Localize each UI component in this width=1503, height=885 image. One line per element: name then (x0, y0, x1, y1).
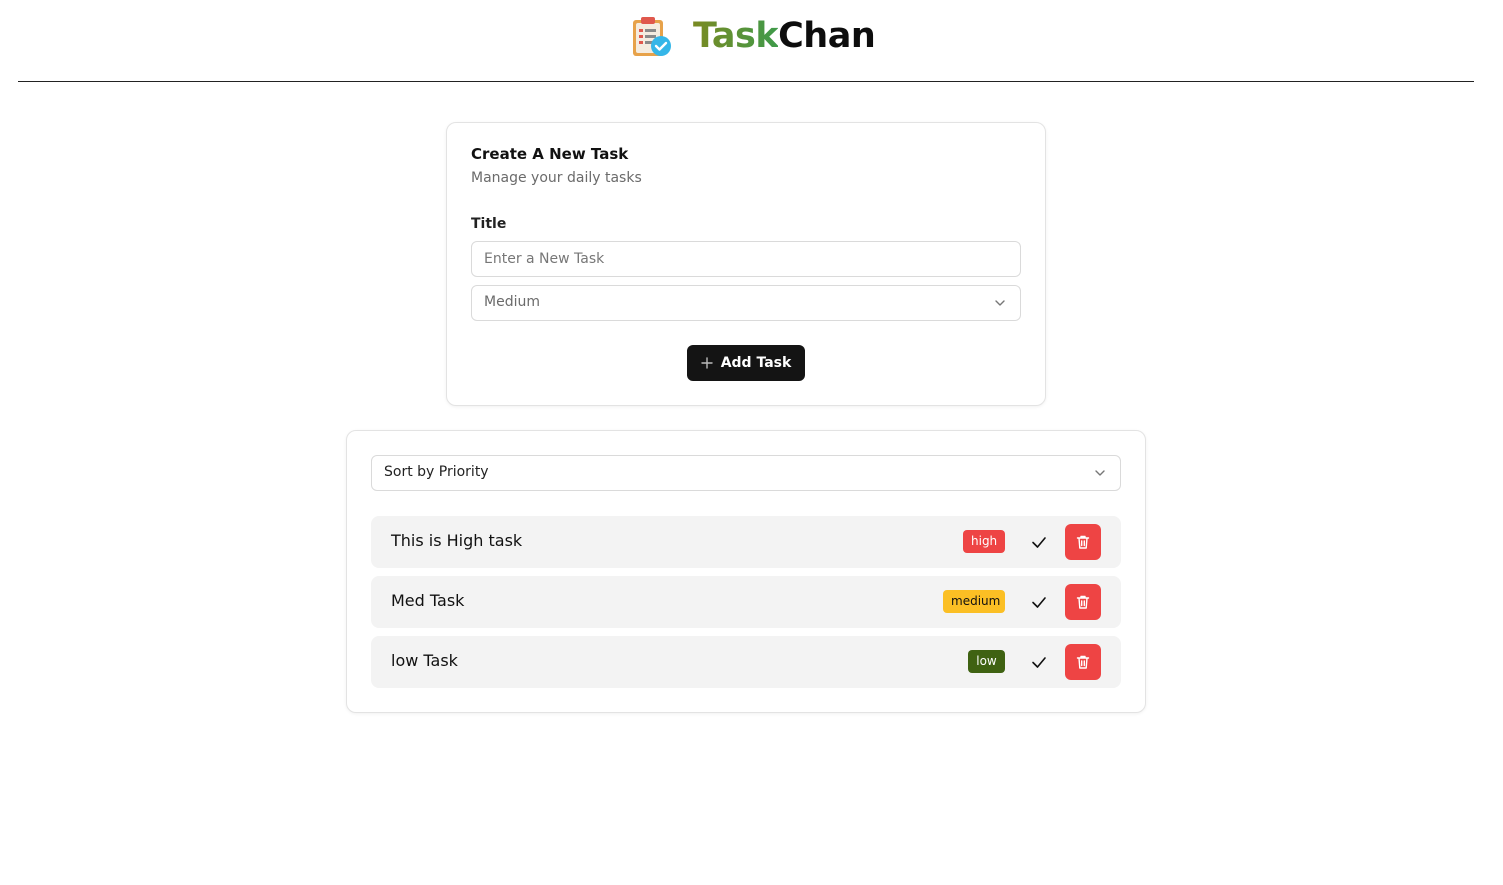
trash-icon (1076, 535, 1090, 549)
create-task-card: Create A New Task Manage your daily task… (446, 122, 1046, 406)
task-list-card: Sort by Priority This is High task high … (346, 430, 1146, 713)
card-title: Create A New Task (471, 145, 629, 163)
delete-task-button[interactable] (1065, 644, 1101, 680)
chevron-down-icon (995, 300, 1005, 306)
task-row: This is High task high (371, 516, 1121, 568)
task-title-input[interactable] (472, 242, 1020, 276)
add-task-button[interactable]: Add Task (687, 345, 805, 381)
brand-part-task: Task (693, 16, 779, 56)
brand-part-chan: Chan (778, 16, 876, 56)
delete-task-button[interactable] (1065, 584, 1101, 620)
trash-icon (1076, 595, 1090, 609)
sort-select-value: Sort by Priority (384, 464, 489, 480)
task-row: Med Task medium (371, 576, 1121, 628)
task-title-field (471, 241, 1021, 277)
priority-badge: low (968, 650, 1005, 673)
app-header: TaskChan (0, 0, 1503, 82)
trash-icon (1076, 655, 1090, 669)
app-title: TaskChan (693, 14, 876, 58)
priority-badge: high (963, 530, 1005, 553)
header-divider (18, 81, 1474, 82)
priority-badge: medium (943, 590, 1005, 613)
priority-select-value: Medium (484, 294, 540, 310)
task-title: This is High task (391, 531, 523, 550)
clipboard-check-icon (633, 17, 671, 56)
card-subtitle: Manage your daily tasks (471, 170, 642, 186)
title-field-label: Title (471, 216, 507, 232)
add-task-button-label: Add Task (720, 355, 792, 371)
task-title: low Task (391, 651, 458, 670)
sort-select[interactable]: Sort by Priority (371, 455, 1121, 491)
delete-task-button[interactable] (1065, 524, 1101, 560)
chevron-down-icon (1095, 470, 1105, 476)
task-row: low Task low (371, 636, 1121, 688)
check-icon[interactable] (1029, 532, 1049, 552)
task-title: Med Task (391, 591, 465, 610)
check-icon[interactable] (1029, 652, 1049, 672)
plus-icon (701, 357, 713, 369)
check-icon[interactable] (1029, 592, 1049, 612)
priority-select[interactable]: Medium (471, 285, 1021, 321)
